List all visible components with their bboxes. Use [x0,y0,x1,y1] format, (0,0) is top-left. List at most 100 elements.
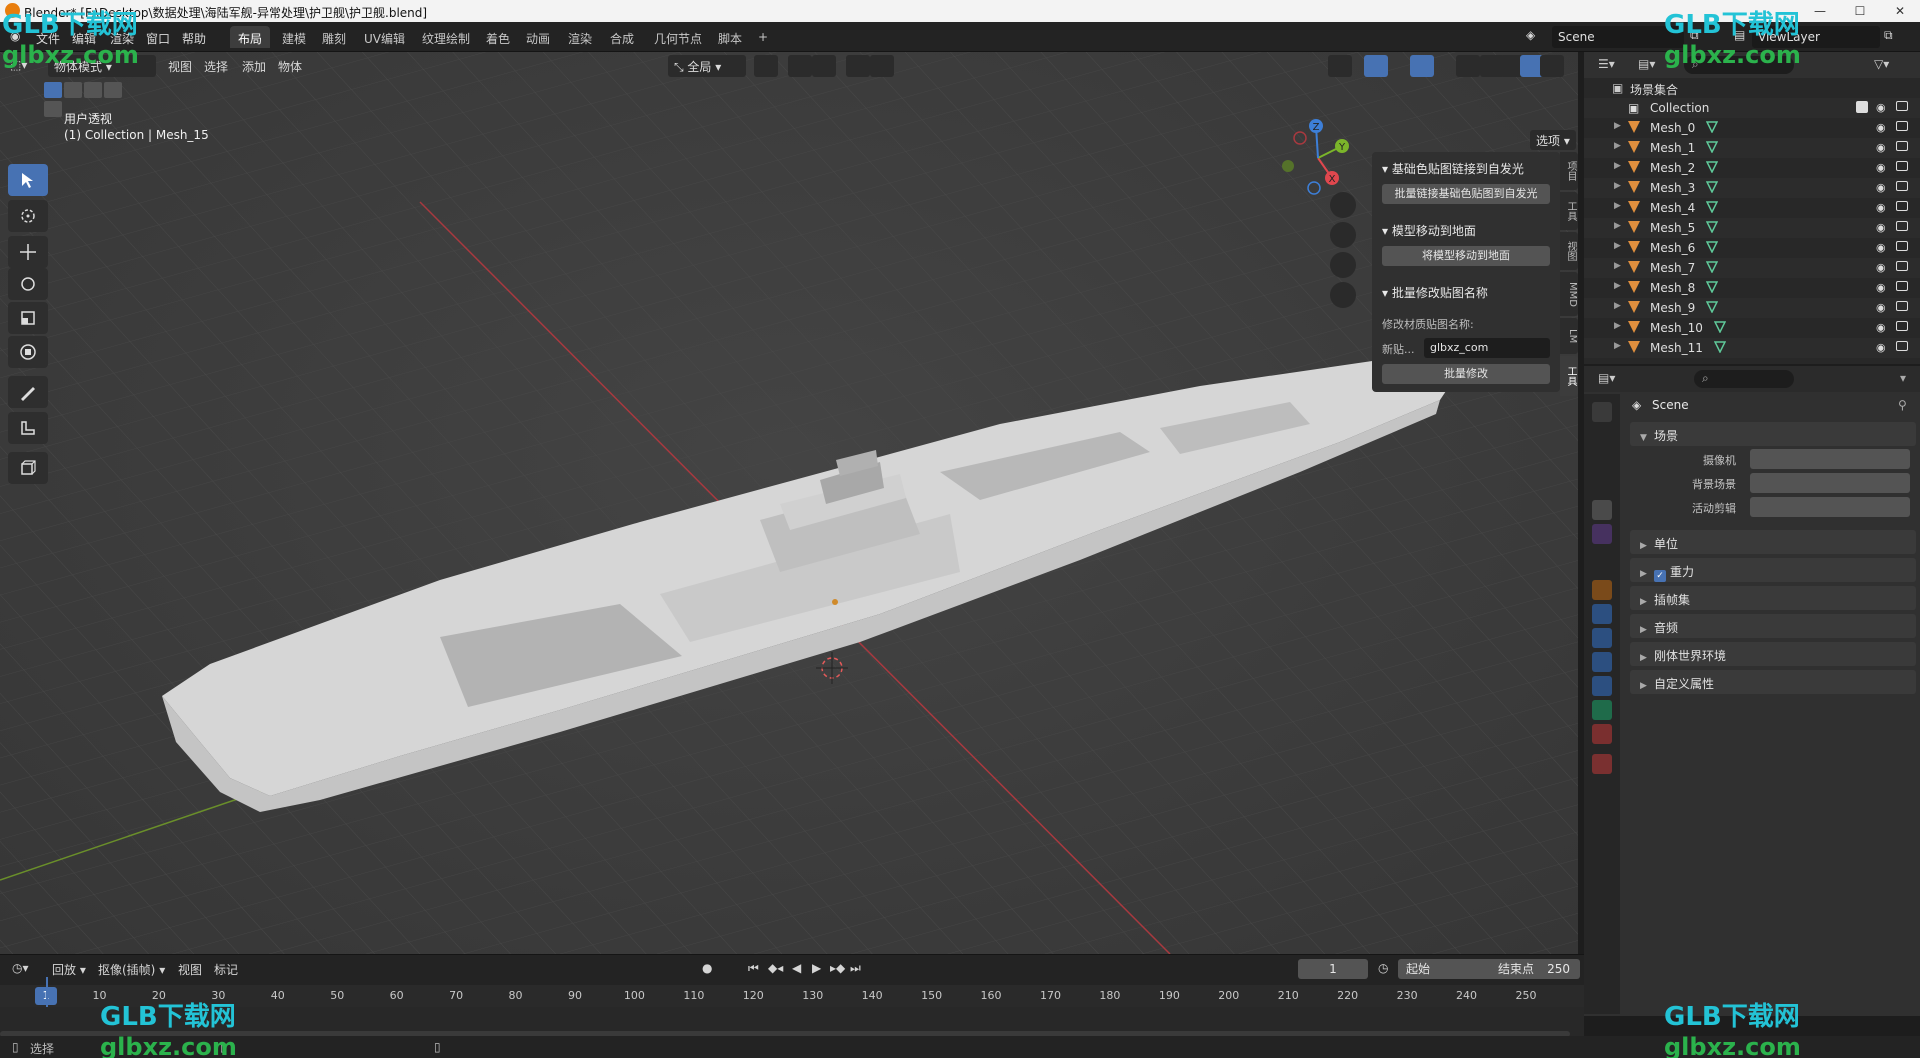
tool-props-tab-icon[interactable] [1592,402,1612,422]
camera-icon[interactable] [1896,241,1908,251]
menu-file[interactable]: 文件 [36,30,60,47]
menu-marker[interactable]: 标记 [214,961,238,978]
outliner-scene-collection[interactable]: ▣ 场景集合 [1584,78,1920,98]
expand-arrow-icon[interactable]: ▶ [1614,261,1621,271]
camera-icon[interactable] [1896,101,1908,111]
tab-modeling[interactable]: 建模 [274,26,314,48]
camera-icon[interactable] [1896,221,1908,231]
cursor-tool[interactable] [8,200,48,232]
camera-icon[interactable] [1896,141,1908,151]
active-clip-field[interactable] [1750,497,1910,517]
transform-tool[interactable] [8,336,48,368]
expand-arrow-icon[interactable]: ▶ [1614,301,1621,311]
pin-icon[interactable]: ⚲ [1898,398,1907,412]
section-audio[interactable]: ▶ 音频 [1630,614,1916,638]
expand-arrow-icon[interactable]: ▶ [1614,341,1621,351]
outliner-search-input[interactable] [1684,56,1794,74]
expand-arrow-icon[interactable]: ▶ [1614,221,1621,231]
physics-tab-icon[interactable] [1592,652,1612,672]
display-mode-icon[interactable]: ▤▾ [1638,57,1655,71]
scene-selector[interactable]: Scene [1552,26,1684,48]
camera-icon[interactable] [1896,161,1908,171]
jump-start-icon[interactable]: ⏮ [748,961,759,976]
constraints-tab-icon[interactable] [1592,676,1612,696]
mesh-data-icon[interactable] [1706,121,1719,133]
camera-icon[interactable] [1896,321,1908,331]
transform-orientation-dropdown[interactable]: ⤡ 全局 ▾ [668,55,746,77]
outliner-object-row[interactable]: ▶ Mesh_4 ◉ [1584,198,1920,218]
sidetab-mmd[interactable]: MMD [1560,272,1578,316]
copy-viewlayer-icon[interactable]: ⧉ [1884,28,1893,43]
expand-arrow-icon[interactable]: ▶ [1614,121,1621,131]
expand-arrow-icon[interactable]: ▶ [1614,141,1621,151]
annotate-tool[interactable] [8,376,48,408]
scale-tool[interactable] [8,302,48,334]
camera-icon[interactable] [1896,341,1908,351]
outliner-collection[interactable]: ▣ Collection ◉ [1584,98,1920,118]
properties-search-input[interactable] [1694,370,1794,388]
mesh-data-icon[interactable] [1706,241,1719,253]
camera-view-icon[interactable] [1330,252,1356,278]
tab-animation[interactable]: 动画 [518,26,558,48]
modifier-props-tab-icon[interactable] [1592,604,1612,624]
properties-options-icon[interactable]: ▾ [1900,371,1906,385]
view-layer-tab-icon[interactable] [1592,474,1612,494]
menu-view[interactable]: 视图 [168,58,192,75]
outliner-object-row[interactable]: ▶ Mesh_6 ◉ [1584,238,1920,258]
outliner-object-row[interactable]: ▶ Mesh_10 ◉ [1584,318,1920,338]
pan-hand-icon[interactable] [1330,222,1356,248]
select-extend-icon[interactable] [64,82,82,98]
section-custom-properties[interactable]: ▶ 自定义属性 [1630,670,1916,694]
options-dropdown[interactable]: 选项 ▾ [1530,130,1576,150]
camera-icon[interactable] [1896,121,1908,131]
batch-rename-button[interactable]: 批量修改 [1382,364,1550,384]
menu-keying[interactable]: 抠像(插帧) ▾ [98,961,165,978]
material-tab-icon[interactable] [1592,724,1612,744]
close-button[interactable]: ✕ [1880,0,1920,22]
outliner-object-row[interactable]: ▶ Mesh_1 ◉ [1584,138,1920,158]
tab-geometry-nodes[interactable]: 几何节点 [646,26,710,48]
sidetab-view[interactable]: 视图 [1560,232,1578,270]
navigation-gizmo[interactable]: X Y Z [1270,108,1370,208]
mesh-data-icon[interactable] [1713,321,1726,333]
tab-rendering[interactable]: 渲染 [560,26,600,48]
filter-icon[interactable]: ▽▾ [1874,57,1889,71]
select-invert-icon[interactable] [104,82,122,98]
camera-icon[interactable] [1896,181,1908,191]
scene-props-tab-icon[interactable] [1592,500,1612,520]
eye-icon[interactable]: ◉ [1876,201,1886,214]
snap-icon[interactable] [788,55,812,77]
zoom-icon[interactable] [1330,192,1356,218]
menu-select[interactable]: 选择 [204,58,228,75]
tab-compositing[interactable]: 合成 [602,26,642,48]
menu-timeline-view[interactable]: 视图 [178,961,202,978]
next-keyframe-icon[interactable]: ▸◆ [830,961,845,975]
background-scene-field[interactable] [1750,473,1910,493]
expand-arrow-icon[interactable]: ▶ [1614,241,1621,251]
outliner-editor-icon[interactable]: ☰▾ [1598,57,1615,71]
eye-icon[interactable]: ◉ [1876,281,1886,294]
sidetab-tool[interactable]: 工具 [1560,192,1578,230]
tab-shading[interactable]: 着色 [478,26,518,48]
outliner-object-row[interactable]: ▶ Mesh_2 ◉ [1584,158,1920,178]
sidetab-item[interactable]: 项目 [1560,152,1578,190]
collection-props-tab-icon[interactable] [1592,552,1612,572]
collection-exclude-checkbox[interactable] [1856,101,1868,113]
object-props-tab-icon[interactable] [1592,580,1612,600]
snap-target-icon[interactable] [812,55,836,77]
gizmo-toggle-icon[interactable] [1364,55,1388,77]
timeline-editor-icon[interactable]: ◷▾ [12,961,29,975]
outliner-object-row[interactable]: ▶ Mesh_3 ◉ [1584,178,1920,198]
eye-icon[interactable]: ◉ [1876,241,1886,254]
expand-arrow-icon[interactable]: ▶ [1614,321,1621,331]
tab-uv-editing[interactable]: UV编辑 [356,26,413,48]
menu-add[interactable]: 添加 [242,58,266,75]
mesh-data-tab-icon[interactable] [1592,700,1612,720]
output-props-tab-icon[interactable] [1592,452,1612,472]
minimize-button[interactable]: — [1800,0,1840,22]
menu-playback[interactable]: 回放 ▾ [52,961,86,978]
menu-object[interactable]: 物体 [278,58,302,75]
select-new-icon[interactable] [44,82,62,98]
mesh-data-icon[interactable] [1706,141,1719,153]
select-intersect-icon[interactable] [44,101,62,117]
